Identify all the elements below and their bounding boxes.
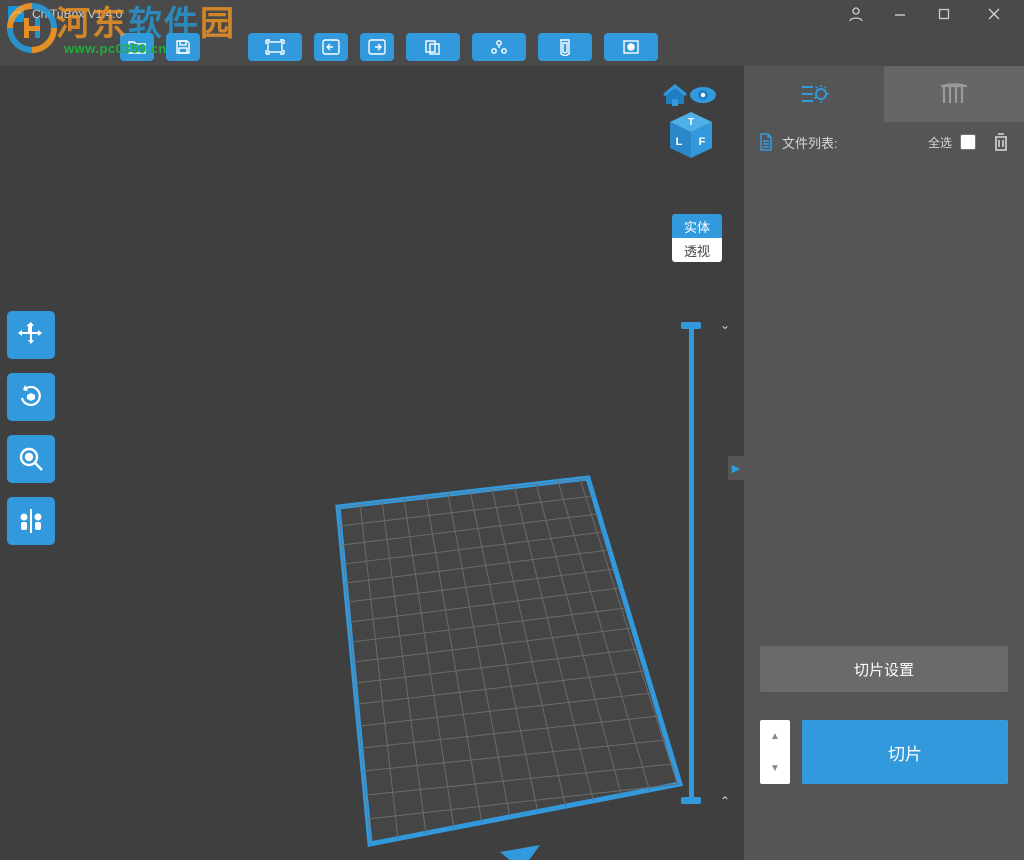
slice-button[interactable]: 切片 <box>802 720 1008 784</box>
file-list-header: 文件列表: 全选 <box>744 122 1024 162</box>
layer-slider-top-handle[interactable] <box>681 322 701 329</box>
copy-button[interactable] <box>406 33 460 61</box>
screenshot-button[interactable] <box>248 33 302 61</box>
layer-slider-bottom-handle[interactable] <box>681 797 701 804</box>
tab-settings[interactable] <box>744 66 884 122</box>
select-all-label: 全选 <box>928 134 952 151</box>
scale-tool[interactable] <box>7 435 55 483</box>
eye-view-button[interactable] <box>688 84 718 106</box>
open-folder-button[interactable] <box>120 33 154 61</box>
maximize-button[interactable] <box>928 4 960 24</box>
delete-button[interactable] <box>992 132 1010 152</box>
slice-spinner: ▲ ▼ <box>760 720 790 784</box>
move-tool[interactable] <box>7 311 55 359</box>
layer-slider-down[interactable]: ⌃ <box>720 794 730 808</box>
rotate-tool[interactable] <box>7 373 55 421</box>
title-bar: ChiTuBox V1.4.0 <box>0 0 1024 28</box>
view-mode-toggle: 实体 透视 <box>672 214 722 262</box>
panel-collapse-button[interactable]: ▶ <box>728 456 744 480</box>
select-all-checkbox[interactable] <box>960 134 976 150</box>
dig-hole-button[interactable] <box>604 33 658 61</box>
right-panel: ▶ 文件列表: 全选 切片设置 ▲ ▼ 切片 <box>744 66 1024 860</box>
home-view-button[interactable] <box>662 84 688 106</box>
spinner-up[interactable]: ▲ <box>760 720 790 752</box>
viewport-3d[interactable]: T L F 实体 透视 ⌄ ⌃ <box>0 66 744 860</box>
view-cube-area: T L F <box>662 84 718 162</box>
file-list-body <box>744 162 1024 582</box>
file-list-icon <box>758 133 774 151</box>
import-button[interactable] <box>314 33 348 61</box>
orientation-cube[interactable]: T L F <box>664 108 718 162</box>
hollow-button[interactable] <box>538 33 592 61</box>
svg-text:T: T <box>688 117 694 128</box>
main-area: T L F 实体 透视 ⌄ ⌃ <box>0 66 1024 860</box>
svg-text:L: L <box>676 136 683 148</box>
view-mode-perspective[interactable]: 透视 <box>672 238 722 262</box>
user-icon[interactable] <box>840 4 872 24</box>
window-controls <box>840 4 1016 24</box>
tab-supports[interactable] <box>884 66 1024 122</box>
svg-text:F: F <box>699 136 706 148</box>
layer-slider[interactable]: ⌄ ⌃ <box>682 318 712 808</box>
app-icon <box>8 6 24 22</box>
minimize-button[interactable] <box>884 4 916 24</box>
slice-settings-button[interactable]: 切片设置 <box>760 646 1008 692</box>
layer-slider-up[interactable]: ⌄ <box>720 318 730 332</box>
mirror-tool[interactable] <box>7 497 55 545</box>
close-button[interactable] <box>972 4 1016 24</box>
app-title: ChiTuBox V1.4.0 <box>32 7 840 21</box>
main-toolbar <box>0 28 1024 66</box>
file-list-label: 文件列表: <box>782 133 838 152</box>
spinner-down[interactable]: ▼ <box>760 752 790 784</box>
auto-layout-button[interactable] <box>472 33 526 61</box>
panel-tabs <box>744 66 1024 122</box>
view-mode-solid[interactable]: 实体 <box>672 214 722 238</box>
transform-toolbar <box>7 311 55 545</box>
save-button[interactable] <box>166 33 200 61</box>
export-button[interactable] <box>360 33 394 61</box>
layer-slider-track <box>689 326 694 800</box>
build-plate <box>0 66 744 860</box>
